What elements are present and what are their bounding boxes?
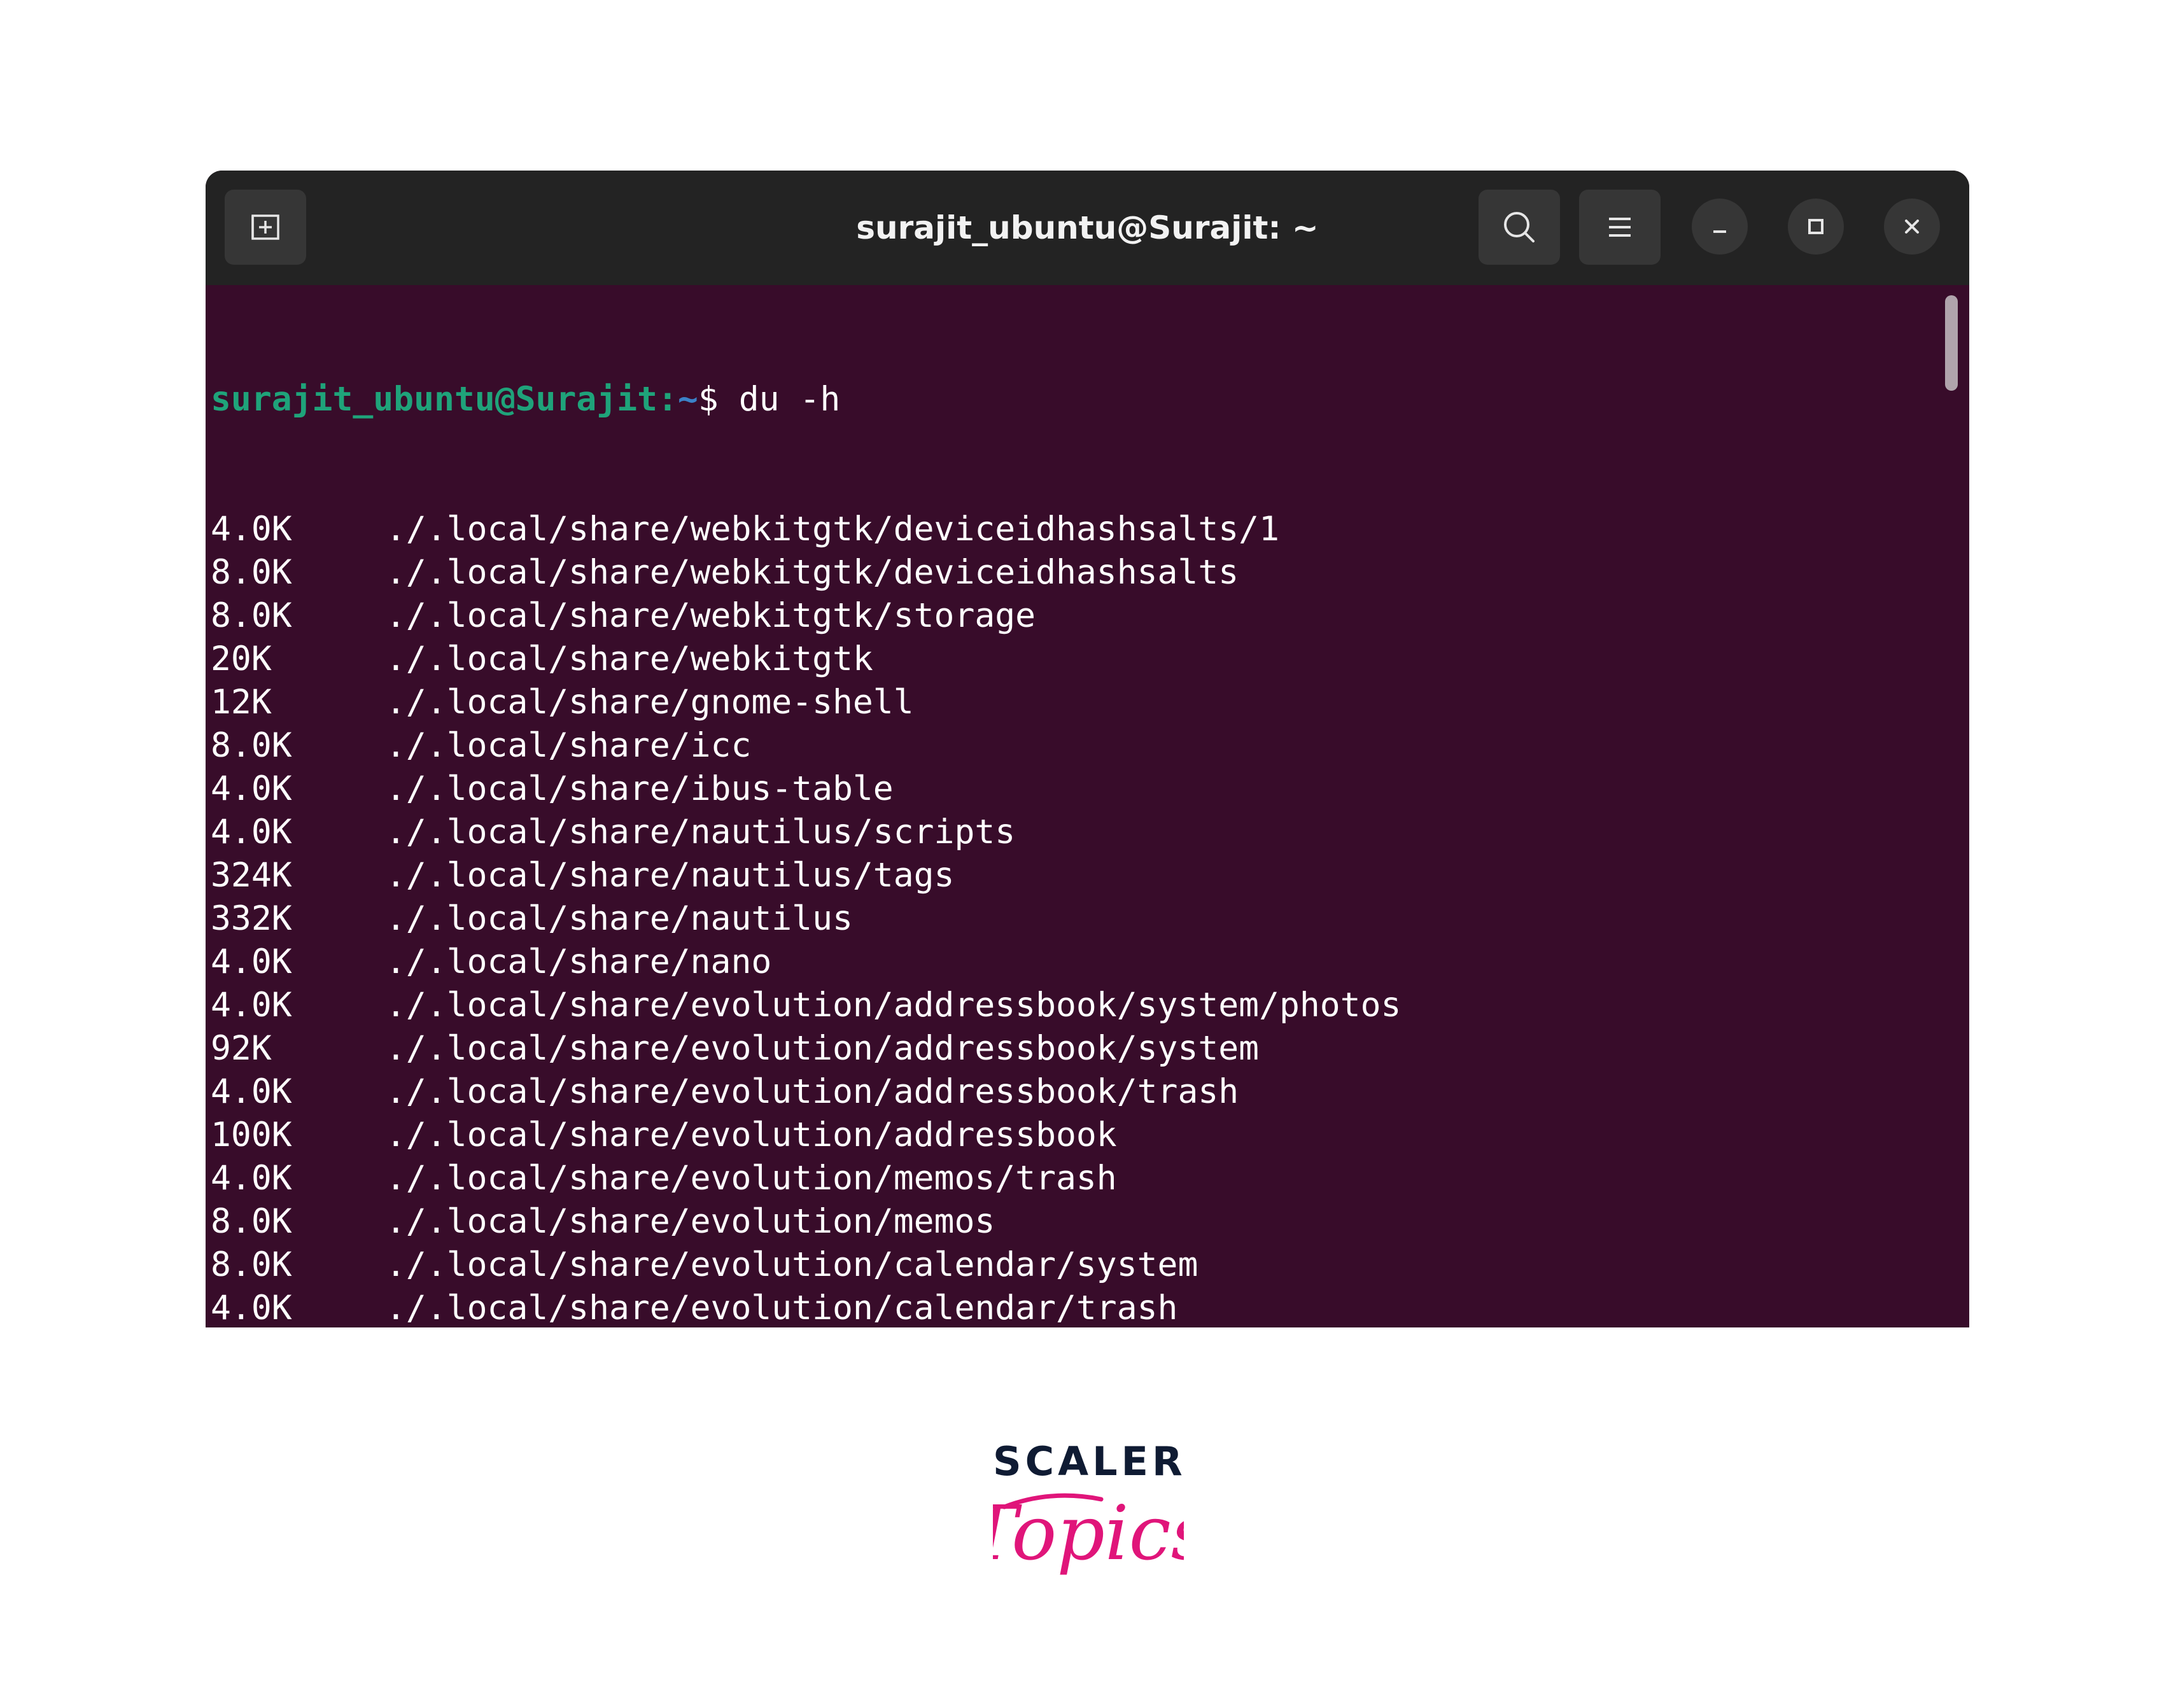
output-line: 4.0K ./.local/share/evolution/calendar/tr… <box>211 1287 1401 1327</box>
output-line: 4.0K ./.local/share/nautilus/scripts <box>211 811 1401 854</box>
logo-topics-script: Topics <box>993 1489 1184 1577</box>
output-size: 12K <box>211 683 272 722</box>
output-size: 4.0K <box>211 813 292 851</box>
close-button[interactable] <box>1884 199 1940 255</box>
output-line: 8.0K ./.local/share/evolution/memos <box>211 1200 1401 1243</box>
output-size: 100K <box>211 1116 292 1154</box>
output-line: 8.0K ./.local/share/evolution/calendar/sy… <box>211 1243 1401 1287</box>
output-path: ./.local/share/webkitgtk/deviceidhashsal… <box>386 510 1279 549</box>
output-path: ./.local/share/nautilus/scripts <box>386 813 1016 851</box>
output-path: ./.local/share/evolution/addressbook/sys… <box>386 1029 1260 1068</box>
output-line: 4.0K ./.local/share/evolution/addressbook… <box>211 1070 1401 1114</box>
new-tab-button[interactable] <box>225 190 306 265</box>
output-line: 4.0K ./.local/share/webkitgtk/deviceidhas… <box>211 508 1401 551</box>
output-line: 332K ./.local/share/nautilus <box>211 897 1401 941</box>
output-line: 92K ./.local/share/evolution/addressbook/… <box>211 1027 1401 1070</box>
output-size: 20K <box>211 640 272 678</box>
output-size: 4.0K <box>211 942 292 981</box>
output-size: 4.0K <box>211 1289 292 1327</box>
maximize-icon <box>1808 219 1823 234</box>
prompt-user: surajit_ubuntu@Surajit <box>211 380 657 419</box>
output-line: 8.0K ./.local/share/icc <box>211 724 1401 767</box>
output-path: ./.local/share/evolution/calendar/trash <box>386 1289 1178 1327</box>
output-line: 324K ./.local/share/nautilus/tags <box>211 854 1401 897</box>
output-path: ./.local/share/webkitgtk/deviceidhashsal… <box>386 553 1239 592</box>
output-path: ./.local/share/evolution/memos <box>386 1202 995 1241</box>
terminal-text: surajit_ubuntu@Surajit:~$ du -h 4.0K ./.l… <box>211 291 1401 1327</box>
output-size: 8.0K <box>211 553 292 592</box>
close-icon <box>1905 220 1919 234</box>
output-path: ./.local/share/evolution/addressbook <box>386 1116 1117 1154</box>
output-size: 4.0K <box>211 1072 292 1111</box>
output-line: 12K ./.local/share/gnome-shell <box>211 681 1401 724</box>
output-path: ./.local/share/nautilus/tags <box>386 856 955 895</box>
output-path: ./.local/share/webkitgtk <box>386 640 873 678</box>
prompt-separator: : <box>657 380 678 419</box>
output-size: 4.0K <box>211 986 292 1025</box>
output-size: 324K <box>211 856 292 895</box>
output-line: 4.0K ./.local/share/ibus-table <box>211 767 1401 811</box>
new-tab-icon <box>251 214 279 240</box>
output-path: ./.local/share/nautilus <box>386 899 853 938</box>
output-line: 4.0K ./.local/share/evolution/memos/trash <box>211 1157 1401 1200</box>
command-text: du -h <box>738 380 841 419</box>
minimize-icon <box>1713 230 1726 233</box>
output-path: ./.local/share/icc <box>386 726 752 765</box>
titlebar: surajit_ubuntu@Surajit: ~ <box>206 171 1969 285</box>
menu-icon <box>1609 218 1631 237</box>
output-size: 8.0K <box>211 596 292 635</box>
output-size: 8.0K <box>211 726 292 765</box>
output-path: ./.local/share/nano <box>386 942 772 981</box>
output-size: 92K <box>211 1029 272 1068</box>
output-size: 4.0K <box>211 1159 292 1198</box>
output-path: ./.local/share/webkitgtk/storage <box>386 596 1036 635</box>
menu-button[interactable] <box>1579 190 1661 265</box>
output-size: 8.0K <box>211 1202 292 1241</box>
terminal-window: surajit_ubuntu@Surajit: ~ surajit_ubuntu… <box>206 171 1969 1327</box>
search-icon <box>1504 212 1535 242</box>
prompt-path: ~ <box>677 380 698 419</box>
prompt-line: surajit_ubuntu@Surajit:~$ du -h <box>211 378 1401 421</box>
output-line: 20K ./.local/share/webkitgtk <box>211 638 1401 681</box>
output-path: ./.local/share/evolution/addressbook/tra… <box>386 1072 1239 1111</box>
output-line: 4.0K ./.local/share/evolution/addressbook… <box>211 984 1401 1027</box>
search-button[interactable] <box>1479 190 1560 265</box>
output-size: 332K <box>211 899 292 938</box>
output-path: ./.local/share/gnome-shell <box>386 683 914 722</box>
output-size: 8.0K <box>211 1245 292 1284</box>
output-line: 100K ./.local/share/evolution/addressbook <box>211 1114 1401 1157</box>
output-line: 8.0K ./.local/share/webkitgtk/deviceidhas… <box>211 551 1401 594</box>
scaler-topics-logo: SCALER Topics <box>993 1438 1184 1604</box>
output-line: 8.0K ./.local/share/webkitgtk/storage <box>211 594 1401 638</box>
output-size: 4.0K <box>211 510 292 549</box>
output-size: 4.0K <box>211 769 292 808</box>
output-path: ./.local/share/evolution/addressbook/sys… <box>386 986 1402 1025</box>
output-path: ./.local/share/evolution/calendar/system <box>386 1245 1198 1284</box>
scrollbar[interactable] <box>1945 295 1958 391</box>
maximize-button[interactable] <box>1788 199 1844 255</box>
output-line: 4.0K ./.local/share/nano <box>211 941 1401 984</box>
terminal-output-area[interactable]: surajit_ubuntu@Surajit:~$ du -h 4.0K ./.l… <box>206 285 1969 1327</box>
output-path: ./.local/share/evolution/memos/trash <box>386 1159 1117 1198</box>
prompt-symbol: $ <box>698 380 719 419</box>
output-path: ./.local/share/ibus-table <box>386 769 894 808</box>
minimize-button[interactable] <box>1692 199 1748 255</box>
